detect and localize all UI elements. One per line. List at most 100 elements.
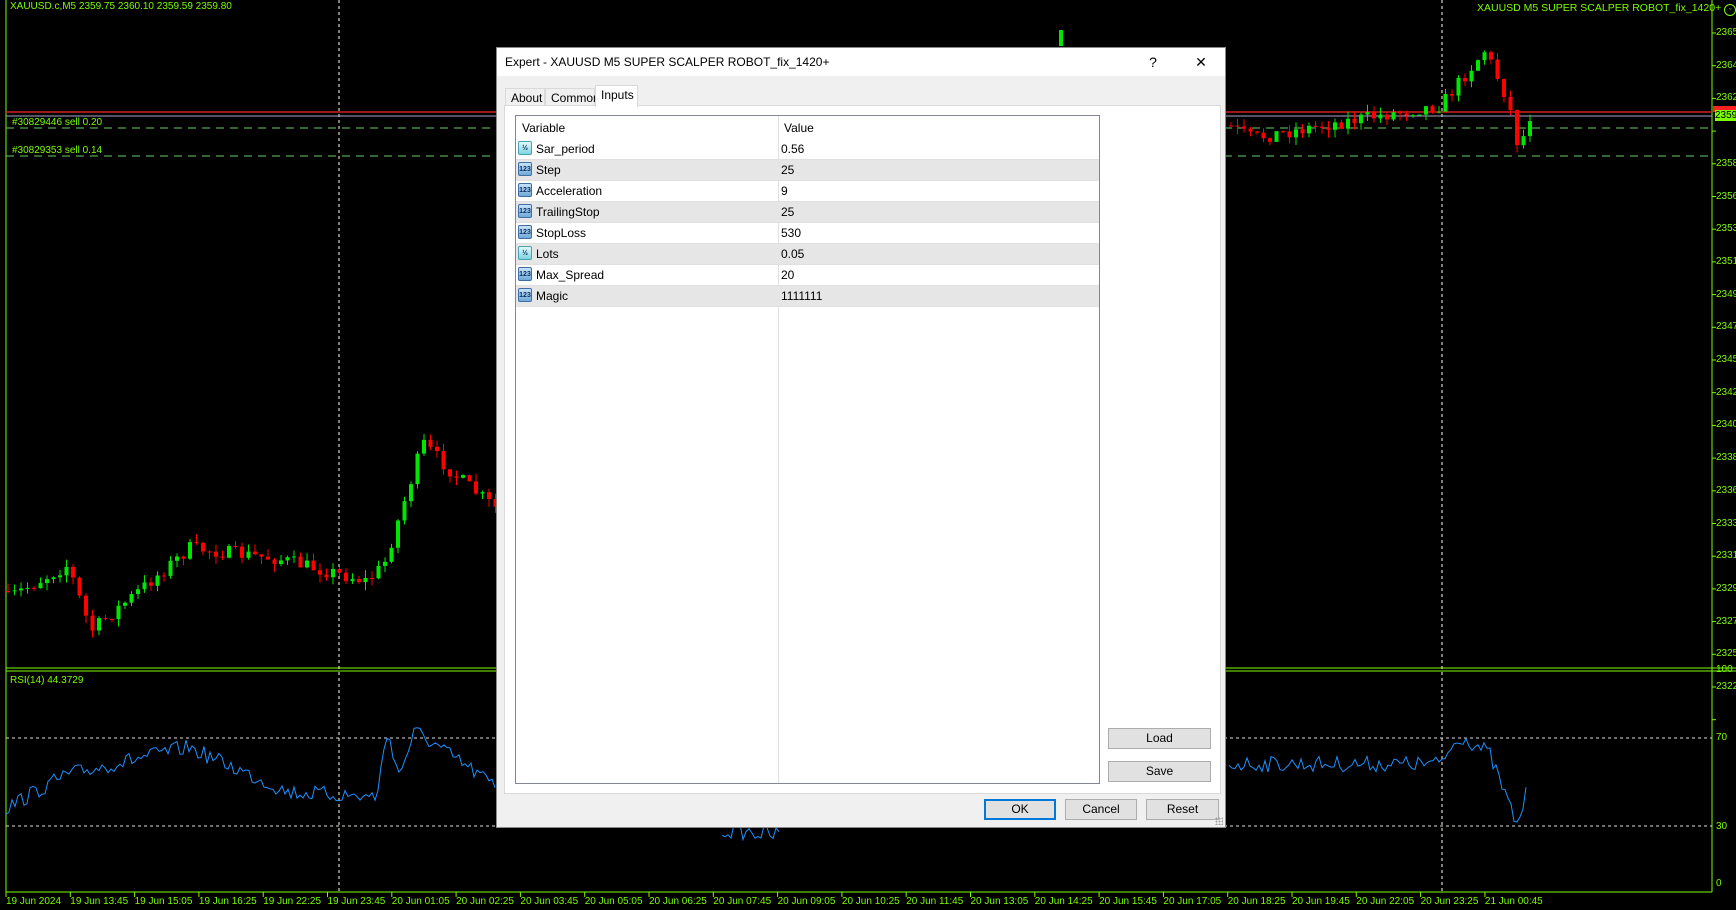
candle-body [1268,138,1272,142]
input-name: Lots [536,247,559,261]
candle-body [84,595,88,616]
ea-label: XAUUSD M5 SUPER SCALPER ROBOT_fix_1420+ … [1477,2,1736,16]
candle-body [188,542,192,559]
candle-body [1528,121,1532,137]
candle-body [1411,115,1415,117]
candle-body [77,577,82,596]
close-button[interactable]: ✕ [1179,48,1223,76]
input-row[interactable]: ½ Lots 0.05 [516,244,1099,265]
input-row[interactable]: 123 Max_Spread 20 [516,265,1099,286]
candle-body [487,492,491,499]
candle-body [1229,125,1233,127]
time-axis-label: 20 Jun 05:05 [584,896,643,907]
time-axis-label: 20 Jun 09:05 [777,896,836,907]
input-value[interactable]: 1111111 [781,289,822,303]
candle-body [318,570,322,575]
candle-body [305,560,309,568]
input-value[interactable]: 25 [781,205,794,219]
candle-body [467,475,472,482]
candle-body [337,568,342,573]
resize-grip-icon[interactable] [1215,817,1223,825]
input-value[interactable]: 530 [781,226,801,240]
candle-body [1515,110,1519,146]
candle-body [155,575,160,586]
candle-body [246,551,251,558]
candle-body [259,554,264,557]
candle-body [1469,70,1474,82]
input-row[interactable]: 123 StopLoss 530 [516,223,1099,244]
load-button[interactable]: Load [1108,728,1211,749]
input-value[interactable]: 25 [781,163,794,177]
candle-body [1300,129,1305,134]
candle-body [64,566,69,576]
input-row[interactable]: 123 Step 25 [516,160,1099,181]
cancel-button[interactable]: Cancel [1065,799,1137,820]
candle-body [1385,114,1389,120]
input-value[interactable]: 0.56 [781,142,804,156]
input-row[interactable]: 123 TrailingStop 25 [516,202,1099,223]
time-axis-label: 19 Jun 16:25 [198,896,257,907]
candle-body [1508,96,1513,111]
price-axis-label: 2333 [1716,517,1736,529]
candle-body [1339,122,1344,129]
price-axis-label: 2338 [1716,452,1736,464]
rsi-axis-label: 100 [1716,664,1733,675]
candle-body [162,575,166,577]
candle-body [331,568,335,578]
candle-body [181,556,186,559]
rsi-label: RSI(14) 44.3729 [10,675,84,686]
candle-body [123,602,127,606]
candle-body [1261,132,1266,139]
price-axis-label: 2358 [1716,157,1736,169]
candle-body [97,618,101,631]
input-value[interactable]: 20 [781,268,794,282]
input-row[interactable]: 123 Acceleration 9 [516,181,1099,202]
input-row[interactable]: 123 Magic 1111111 [516,286,1099,307]
candle-body [136,589,140,595]
tab-inputs[interactable]: Inputs [595,85,638,107]
time-axis-label: 20 Jun 17:05 [1163,896,1222,907]
inputs-grid[interactable]: Variable Value ½ Sar_period 0.56 123 Step 25 1… [515,115,1100,784]
help-button[interactable]: ? [1131,48,1175,76]
tab-about[interactable]: About [505,88,545,106]
input-row[interactable]: ½ Sar_period 0.56 [516,139,1099,160]
rsi-line [1228,737,1527,823]
candle-body [1313,125,1318,127]
candle-body [58,575,62,578]
time-axis-label: 20 Jun 15:45 [1099,896,1157,907]
price-axis-label: 2347 [1716,321,1736,333]
time-axis-label: 19 Jun 22:25 [263,896,322,907]
candle-body [6,591,10,593]
candle-body [1463,77,1467,82]
input-value[interactable]: 0.05 [781,247,804,261]
tab-common[interactable]: Common [545,88,600,106]
candle-body [1274,131,1279,142]
candle-body [1255,131,1259,133]
candle-body [25,587,30,589]
smiley-face-icon: ᵕ [1724,4,1736,16]
candle-body [448,469,452,477]
rsi-axis-label: 70 [1716,732,1728,743]
candle-body [474,481,478,494]
input-value[interactable]: 9 [781,184,788,198]
candle-body [272,559,277,565]
reset-button[interactable]: Reset [1146,799,1219,820]
candle-body [1417,114,1422,116]
candle-body [253,551,257,555]
candle-body [32,587,36,589]
header-value[interactable]: Value [784,121,814,135]
input-name: StopLoss [536,226,587,240]
candle-body [201,542,205,552]
candle-body [1495,59,1500,79]
grid-header: Variable Value [516,116,1099,139]
dialog-titlebar[interactable]: Expert - XAUUSD M5 SUPER SCALPER ROBOT_f… [497,48,1225,76]
time-axis-label: 20 Jun 23:25 [1420,896,1479,907]
candle-body [227,545,231,558]
time-axis-label: 19 Jun 23:45 [327,896,386,907]
ok-button[interactable]: OK [984,799,1056,820]
candle-body [396,520,400,548]
candle-body [90,615,95,631]
candle-body [1430,106,1435,113]
save-button[interactable]: Save [1108,761,1211,782]
header-variable[interactable]: Variable [522,121,565,135]
